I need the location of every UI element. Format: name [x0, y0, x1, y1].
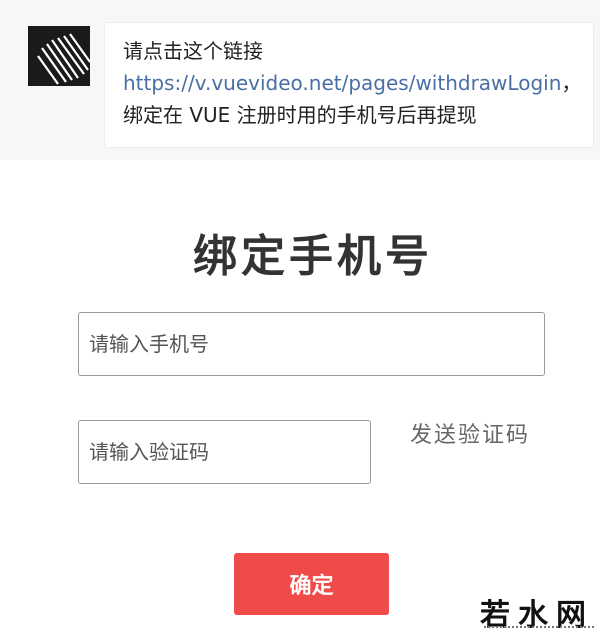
verification-code-input[interactable] — [78, 420, 371, 484]
avatar-logo-icon — [28, 26, 90, 86]
send-code-button[interactable]: 发送验证码 — [410, 420, 530, 452]
page-title: 绑定手机号 — [193, 231, 433, 282]
chat-area: 请点击这个链接 https://v.vuevideo.net/pages/wit… — [0, 0, 600, 160]
chat-message-text-before: 请点击这个链接 — [123, 39, 263, 63]
confirm-button[interactable]: 确定 — [234, 553, 389, 615]
withdraw-login-link[interactable]: https://v.vuevideo.net/pages/withdrawLog… — [123, 71, 561, 95]
avatar[interactable] — [28, 26, 90, 86]
watermark-underline — [484, 626, 594, 632]
phone-number-input[interactable] — [78, 312, 545, 376]
chat-message-bubble: 请点击这个链接 https://v.vuevideo.net/pages/wit… — [104, 22, 594, 148]
